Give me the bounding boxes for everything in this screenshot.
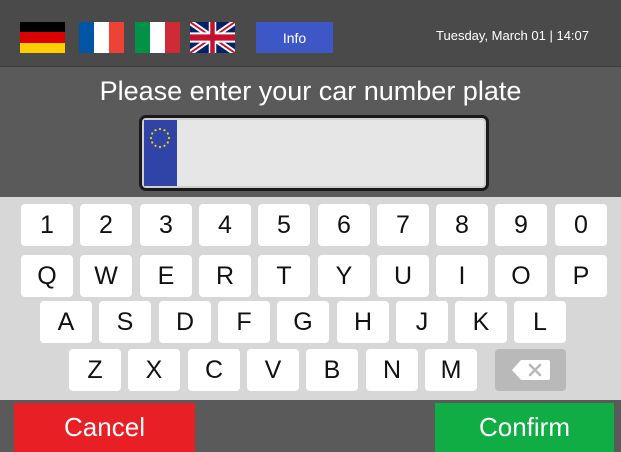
backspace-icon	[511, 360, 550, 380]
cancel-button[interactable]: Cancel	[14, 403, 195, 452]
key-z[interactable]: Z	[69, 349, 121, 391]
header-bar: Info Tuesday, March 01 | 14:07	[0, 0, 621, 67]
key-r[interactable]: R	[199, 255, 251, 297]
flag-stripe	[135, 22, 150, 53]
backspace-key[interactable]	[495, 349, 566, 391]
key-x[interactable]: X	[128, 349, 180, 391]
flag-stripe	[20, 22, 65, 33]
confirm-button[interactable]: Confirm	[435, 403, 614, 452]
key-p[interactable]: P	[555, 255, 607, 297]
key-g[interactable]: G	[277, 301, 329, 343]
date-time-display: Tuesday, March 01 | 14:07	[436, 28, 589, 43]
eu-plate-band	[144, 120, 177, 186]
key-t[interactable]: T	[258, 255, 310, 297]
flag-stripe	[94, 22, 109, 53]
key-w[interactable]: W	[80, 255, 132, 297]
key-9[interactable]: 9	[495, 204, 547, 246]
license-plate-input[interactable]	[139, 115, 489, 191]
flag-stripe	[165, 22, 180, 53]
language-english-flag[interactable]	[190, 22, 235, 53]
eu-stars-icon	[149, 127, 171, 149]
key-8[interactable]: 8	[436, 204, 488, 246]
key-c[interactable]: C	[188, 349, 240, 391]
key-5[interactable]: 5	[258, 204, 310, 246]
flag-stripe	[109, 22, 124, 53]
key-m[interactable]: M	[425, 349, 477, 391]
key-f[interactable]: F	[218, 301, 270, 343]
key-y[interactable]: Y	[318, 255, 370, 297]
key-k[interactable]: K	[455, 301, 507, 343]
key-s[interactable]: S	[99, 301, 151, 343]
language-italian-flag[interactable]	[135, 22, 180, 53]
uk-flag-icon	[190, 22, 235, 53]
key-o[interactable]: O	[495, 255, 547, 297]
key-e[interactable]: E	[140, 255, 192, 297]
key-6[interactable]: 6	[318, 204, 370, 246]
key-q[interactable]: Q	[21, 255, 73, 297]
key-v[interactable]: V	[247, 349, 299, 391]
on-screen-keyboard: 1234567890 QWERTYUIOP ASDFGHJKL ZXCVBNM	[0, 197, 621, 400]
key-j[interactable]: J	[396, 301, 448, 343]
info-button[interactable]: Info	[256, 22, 333, 53]
key-b[interactable]: B	[306, 349, 358, 391]
key-i[interactable]: I	[436, 255, 488, 297]
key-u[interactable]: U	[377, 255, 429, 297]
flag-stripe	[20, 32, 65, 43]
key-n[interactable]: N	[366, 349, 418, 391]
flag-stripe	[79, 22, 94, 53]
key-a[interactable]: A	[40, 301, 92, 343]
key-2[interactable]: 2	[80, 204, 132, 246]
flag-stripe	[150, 22, 165, 53]
key-l[interactable]: L	[514, 301, 566, 343]
language-french-flag[interactable]	[79, 22, 124, 53]
key-4[interactable]: 4	[199, 204, 251, 246]
parking-kiosk-screen: Info Tuesday, March 01 | 14:07 Please en…	[0, 0, 621, 452]
key-7[interactable]: 7	[377, 204, 429, 246]
key-1[interactable]: 1	[21, 204, 73, 246]
key-d[interactable]: D	[159, 301, 211, 343]
key-0[interactable]: 0	[555, 204, 607, 246]
plate-entry-prompt: Please enter your car number plate	[99, 76, 522, 106]
key-h[interactable]: H	[337, 301, 389, 343]
flag-stripe	[20, 42, 65, 53]
language-german-flag[interactable]	[20, 22, 65, 53]
action-bar: Cancel Confirm	[0, 400, 621, 452]
key-3[interactable]: 3	[140, 204, 192, 246]
